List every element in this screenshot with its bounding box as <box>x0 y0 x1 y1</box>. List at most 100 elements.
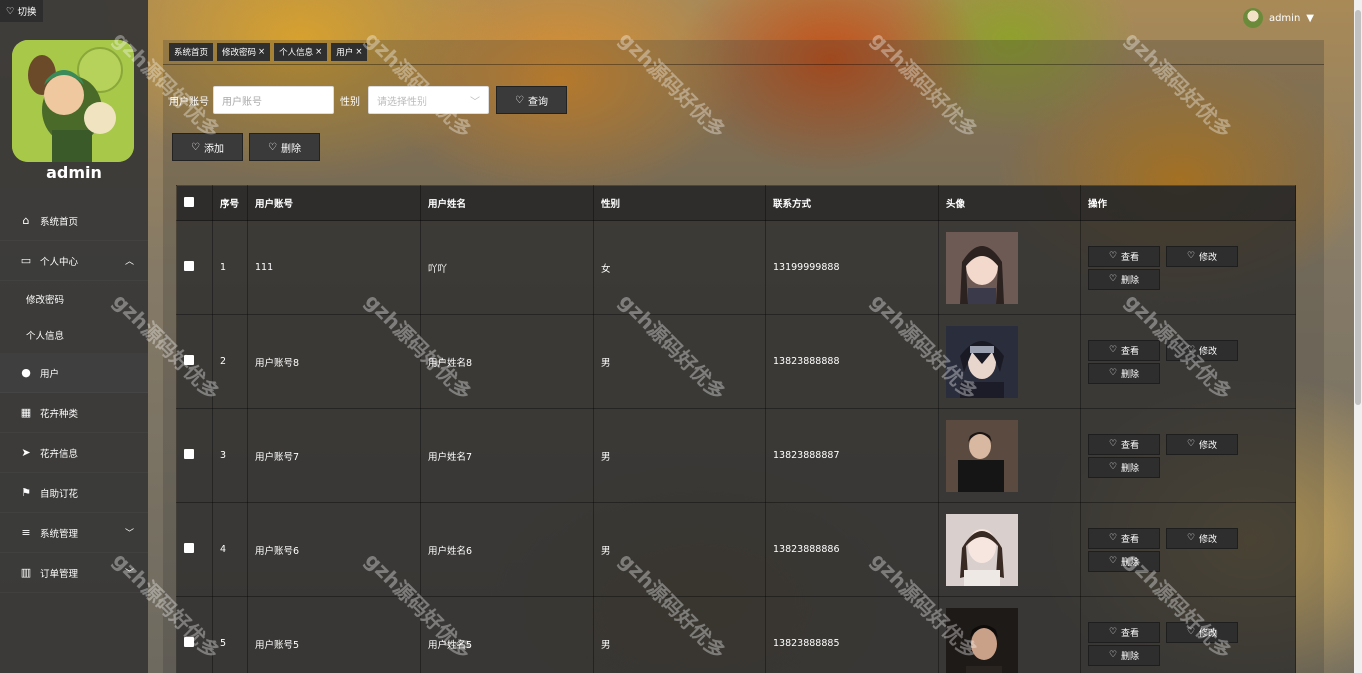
sidebar-item-order-management[interactable]: ▥ 订单管理 ﹀ <box>0 553 148 593</box>
sidebar-item-personal-info[interactable]: 个人信息 <box>0 317 148 353</box>
sidebar-item-flower-info[interactable]: ➤ 花卉信息 <box>0 433 148 473</box>
user-avatar <box>1242 8 1263 28</box>
close-icon[interactable]: × <box>258 47 265 57</box>
view-button[interactable]: ♡ 查看 <box>1088 433 1160 455</box>
sidebar-item-label: 自助订花 <box>40 488 79 500</box>
tab-home[interactable]: 系统首页 <box>169 43 214 61</box>
view-button[interactable]: ♡ 查看 <box>1088 527 1160 549</box>
table-header-row: 序号 用户账号 用户姓名 性别 联系方式 头像 操作 <box>176 185 1296 221</box>
grid-icon: ▦ <box>20 406 32 419</box>
column-header: 用户姓名 <box>420 185 594 221</box>
view-button[interactable]: ♡ 查看 <box>1088 245 1160 267</box>
cell-gender: 男 <box>593 502 766 597</box>
close-icon[interactable]: × <box>315 47 322 57</box>
heart-icon: ♡ <box>1186 533 1196 543</box>
cell-gender: 男 <box>593 408 766 503</box>
cell-account: 用户账号6 <box>247 502 421 597</box>
edit-button[interactable]: ♡ 修改 <box>1166 527 1238 549</box>
sidebar-item-users[interactable]: ● 用户 <box>0 353 148 393</box>
sidebar-item-label: 订单管理 <box>40 568 79 580</box>
account-search-input[interactable]: 用户账号 <box>213 86 334 114</box>
row-checkbox[interactable] <box>184 355 194 365</box>
tab-personal-info[interactable]: 个人信息 × <box>274 43 328 61</box>
sidebar-item-label: 系统首页 <box>40 216 79 228</box>
heart-icon: ♡ <box>1108 345 1118 355</box>
select-all-checkbox[interactable] <box>184 196 194 207</box>
sidebar-item-home[interactable]: ⌂ 系统首页 <box>0 201 148 241</box>
sidebar: ♡ 切换 admin ⌂ 系统首页 ▭ 个人中心 ︿ 修改密码 个人信息 ● 用 <box>0 0 148 673</box>
heart-icon: ♡ <box>1108 368 1118 378</box>
bulb-icon: ● <box>21 366 31 379</box>
heart-icon: ♡ <box>1186 627 1196 637</box>
row-actions: ♡ 查看 ♡ 修改 ♡ 删除 <box>1088 527 1248 572</box>
row-checkbox[interactable] <box>184 261 194 271</box>
sidebar-item-system-management[interactable]: ≡ 系统管理 ﹀ <box>0 513 148 553</box>
delete-button[interactable]: ♡ 删除 <box>1088 550 1160 572</box>
heart-icon: ♡ <box>6 5 15 17</box>
sidebar-item-personal-center[interactable]: ▭ 个人中心 ︿ <box>0 241 148 281</box>
delete-label: 删除 <box>1121 369 1140 380</box>
heart-icon: ♡ <box>1108 251 1118 261</box>
gender-select-placeholder: 请选择性别 <box>377 96 427 108</box>
tab-change-password[interactable]: 修改密码 × <box>217 43 271 61</box>
delete-label: 删除 <box>1121 651 1140 662</box>
delete-button[interactable]: ♡ 删除 <box>1088 644 1160 666</box>
cell-phone: 13823888888 <box>765 314 939 409</box>
user-photo <box>946 231 1018 304</box>
sidebar-item-label: 用户 <box>40 368 60 380</box>
sidebar-item-change-password[interactable]: 修改密码 <box>0 281 148 317</box>
cell-phone: 13823888885 <box>765 596 939 673</box>
cell-name: 用户姓名6 <box>420 502 594 597</box>
select-all-cell <box>176 185 213 221</box>
heart-icon: ♡ <box>1108 462 1118 472</box>
user-menu[interactable]: admin ▼ <box>1242 8 1314 28</box>
admin-name: admin <box>46 163 102 182</box>
view-label: 查看 <box>1121 346 1140 357</box>
table-row: 4 用户账号6 用户姓名6 男 13823888886 ♡ 查看 ♡ 修改 ♡ 删除 <box>176 502 1296 597</box>
caret-down-icon: ▼ <box>1306 12 1314 24</box>
cell-name: 用户姓名7 <box>420 408 594 503</box>
table-row: 3 用户账号7 用户姓名7 男 13823888887 ♡ 查看 ♡ 修改 ♡ 删除 <box>176 408 1296 503</box>
gender-select[interactable]: 请选择性别 ﹀ <box>368 86 489 114</box>
gender-label: 性别 <box>340 96 360 108</box>
view-button[interactable]: ♡ 查看 <box>1088 621 1160 643</box>
view-button[interactable]: ♡ 查看 <box>1088 339 1160 361</box>
bulk-delete-button[interactable]: ♡ 删除 <box>249 133 320 161</box>
tab-label: 个人信息 <box>279 48 314 58</box>
delete-button[interactable]: ♡ 删除 <box>1088 456 1160 478</box>
edit-button[interactable]: ♡ 修改 <box>1166 433 1238 455</box>
heart-icon: ♡ <box>1108 439 1118 449</box>
bar-chart-icon: ▥ <box>20 566 32 579</box>
toggle-button[interactable]: ♡ 切换 <box>0 0 43 22</box>
row-actions: ♡ 查看 ♡ 修改 ♡ 删除 <box>1088 621 1248 666</box>
edit-button[interactable]: ♡ 修改 <box>1166 245 1238 267</box>
sidebar-item-label: 个人中心 <box>40 256 79 268</box>
close-icon[interactable]: × <box>355 47 362 57</box>
query-button[interactable]: ♡ 查询 <box>496 86 567 114</box>
scrollbar-thumb[interactable] <box>1355 10 1361 405</box>
sidebar-item-self-order[interactable]: ⚑ 自助订花 <box>0 473 148 513</box>
heart-icon: ♡ <box>515 94 524 106</box>
heart-icon: ♡ <box>1108 556 1118 566</box>
page-scrollbar[interactable] <box>1354 0 1362 673</box>
row-checkbox[interactable] <box>184 637 194 647</box>
profile-icon: ▭ <box>20 254 32 267</box>
edit-button[interactable]: ♡ 修改 <box>1166 339 1238 361</box>
delete-button[interactable]: ♡ 删除 <box>1088 362 1160 384</box>
add-button[interactable]: ♡ 添加 <box>172 133 243 161</box>
row-checkbox[interactable] <box>184 449 194 459</box>
cell-account: 111 <box>247 220 421 315</box>
sidebar-item-label: 花卉信息 <box>40 448 79 460</box>
sidebar-item-flower-types[interactable]: ▦ 花卉种类 <box>0 393 148 433</box>
column-header: 用户账号 <box>247 185 421 221</box>
account-label: 用户账号 <box>169 96 209 108</box>
chevron-down-icon: ﹀ <box>124 529 134 539</box>
row-checkbox[interactable] <box>184 543 194 553</box>
edit-button[interactable]: ♡ 修改 <box>1166 621 1238 643</box>
tab-users[interactable]: 用户 × <box>331 43 368 61</box>
cell-gender: 男 <box>593 596 766 673</box>
view-label: 查看 <box>1121 252 1140 263</box>
view-label: 查看 <box>1121 534 1140 545</box>
row-actions: ♡ 查看 ♡ 修改 ♡ 删除 <box>1088 339 1248 384</box>
delete-button[interactable]: ♡ 删除 <box>1088 268 1160 290</box>
